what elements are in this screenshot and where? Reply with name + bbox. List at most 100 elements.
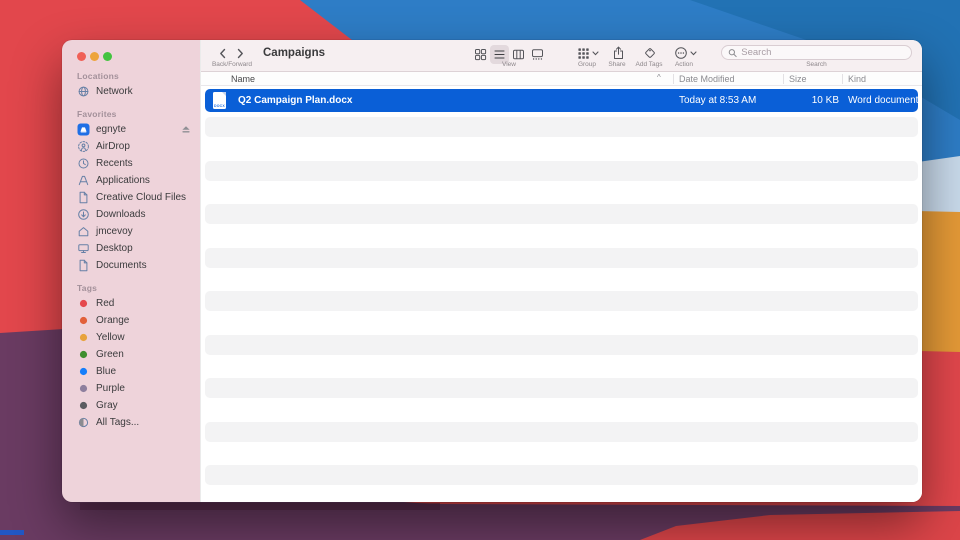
sort-ascending-icon: ^	[657, 73, 661, 82]
sidebar-item-label: Downloads	[96, 209, 145, 220]
file-row-selected[interactable]: DOCX Q2 Campaign Plan.docx Today at 8:53…	[205, 89, 918, 112]
sidebar-item-label: AirDrop	[96, 141, 130, 152]
column-header-date-modified[interactable]: Date Modified	[679, 74, 735, 84]
chevron-right-icon	[234, 47, 246, 60]
docx-file-icon: DOCX	[213, 92, 226, 109]
group-icon	[577, 47, 590, 60]
sidebar-item-all-tags[interactable]: All Tags...	[62, 414, 200, 431]
column-divider	[673, 74, 674, 84]
file-type-badge: DOCX	[214, 104, 225, 108]
column-header-name[interactable]: Name	[231, 74, 255, 84]
search-label: Search	[721, 61, 912, 68]
sidebar-item-label: egnyte	[96, 124, 126, 135]
back-button[interactable]	[215, 46, 231, 61]
sidebar-item-gray[interactable]: Gray	[62, 397, 200, 414]
dot-icon	[76, 382, 91, 395]
sidebar-item-recents[interactable]: Recents	[62, 155, 200, 172]
empty-row-stripe	[205, 378, 918, 398]
empty-row-stripe	[205, 204, 918, 224]
empty-row-stripe	[205, 335, 918, 355]
document-icon	[76, 191, 91, 204]
grid-view-icon	[474, 48, 487, 61]
column-header-size[interactable]: Size	[789, 74, 807, 84]
sidebar-item-label: jmcevoy	[96, 226, 133, 237]
group-button[interactable]	[575, 46, 601, 61]
action-menu-icon	[674, 46, 688, 60]
clock-icon	[76, 157, 91, 170]
dot-icon	[76, 331, 91, 344]
sidebar-item-blue[interactable]: Blue	[62, 363, 200, 380]
share-button[interactable]	[610, 44, 626, 61]
toolbar: Back/Forward Campaigns View	[201, 40, 922, 72]
chevron-down-icon	[592, 51, 599, 56]
sidebar-item-airdrop[interactable]: AirDrop	[62, 138, 200, 155]
sidebar-item-orange[interactable]: Orange	[62, 312, 200, 329]
sidebar-item-documents[interactable]: Documents	[62, 257, 200, 274]
sidebar-item-downloads[interactable]: Downloads	[62, 206, 200, 223]
sidebar-item-network[interactable]: Network	[62, 83, 200, 100]
window-controls	[77, 52, 112, 61]
sidebar-item-jmcevoy[interactable]: jmcevoy	[62, 223, 200, 240]
forward-button[interactable]	[232, 46, 248, 61]
sidebar-section-label: Tags	[62, 282, 200, 295]
sidebar-item-label: Creative Cloud Files	[96, 192, 186, 203]
add-tags-button[interactable]	[642, 45, 658, 61]
window-title: Campaigns	[263, 47, 325, 59]
sidebar-item-egnyte[interactable]: egnyte	[62, 121, 200, 138]
sidebar-item-purple[interactable]: Purple	[62, 380, 200, 397]
sidebar-section: Locations Network	[62, 70, 200, 100]
action-button[interactable]	[672, 45, 698, 61]
dot-icon	[76, 297, 91, 310]
sidebar-item-green[interactable]: Green	[62, 346, 200, 363]
column-view-icon	[512, 48, 525, 61]
page-fold	[222, 92, 226, 96]
airdrop-icon	[76, 140, 91, 153]
search-field[interactable]	[721, 45, 912, 60]
sidebar-item-desktop[interactable]: Desktop	[62, 240, 200, 257]
finder-window: Locations Network Favorites egnyte AirDrop Re…	[62, 40, 922, 502]
close-button[interactable]	[77, 52, 86, 61]
action-label: Action	[664, 61, 704, 68]
alltags-icon	[76, 416, 91, 429]
globe-icon	[76, 85, 91, 98]
sidebar-item-label: Documents	[96, 260, 147, 271]
column-header-kind[interactable]: Kind	[848, 74, 866, 84]
dot-icon	[76, 399, 91, 412]
sidebar-item-red[interactable]: Red	[62, 295, 200, 312]
sidebar-item-label: Yellow	[96, 332, 125, 343]
home-icon	[76, 225, 91, 238]
column-divider	[783, 74, 784, 84]
sidebar-item-label: Blue	[96, 366, 116, 377]
sidebar-item-creative-cloud-files[interactable]: Creative Cloud Files	[62, 189, 200, 206]
view-label: View	[471, 61, 547, 68]
sidebar-item-label: Applications	[96, 175, 150, 186]
applications-icon	[76, 174, 91, 187]
back-forward-label: Back/Forward	[201, 61, 263, 68]
share-icon	[612, 46, 625, 60]
sidebar-item-label: Network	[96, 86, 133, 97]
wallpaper-maroon-streak	[80, 503, 440, 510]
sidebar-item-label: Green	[96, 349, 124, 360]
empty-row-stripe	[205, 422, 918, 442]
empty-row-stripe	[205, 248, 918, 268]
sidebar-item-yellow[interactable]: Yellow	[62, 329, 200, 346]
eject-icon[interactable]	[181, 125, 191, 134]
column-divider	[842, 74, 843, 84]
minimize-button[interactable]	[90, 52, 99, 61]
sidebar-item-applications[interactable]: Applications	[62, 172, 200, 189]
egnyte-icon	[76, 123, 91, 136]
search-input[interactable]	[741, 47, 905, 58]
zoom-button[interactable]	[103, 52, 112, 61]
file-name: Q2 Campaign Plan.docx	[238, 89, 352, 112]
search-icon	[728, 48, 737, 58]
sidebar-item-label: Recents	[96, 158, 133, 169]
sidebar-section-label: Favorites	[62, 108, 200, 121]
dot-icon	[76, 314, 91, 327]
sidebar-section-label: Locations	[62, 70, 200, 83]
chevron-down-icon	[690, 51, 697, 56]
sidebar-section: Favorites egnyte AirDrop Recents Application…	[62, 108, 200, 274]
sidebar: Locations Network Favorites egnyte AirDrop Re…	[62, 40, 200, 502]
wallpaper-blue-dash	[0, 530, 24, 535]
sidebar-item-label: Red	[96, 298, 114, 309]
document-icon	[76, 259, 91, 272]
